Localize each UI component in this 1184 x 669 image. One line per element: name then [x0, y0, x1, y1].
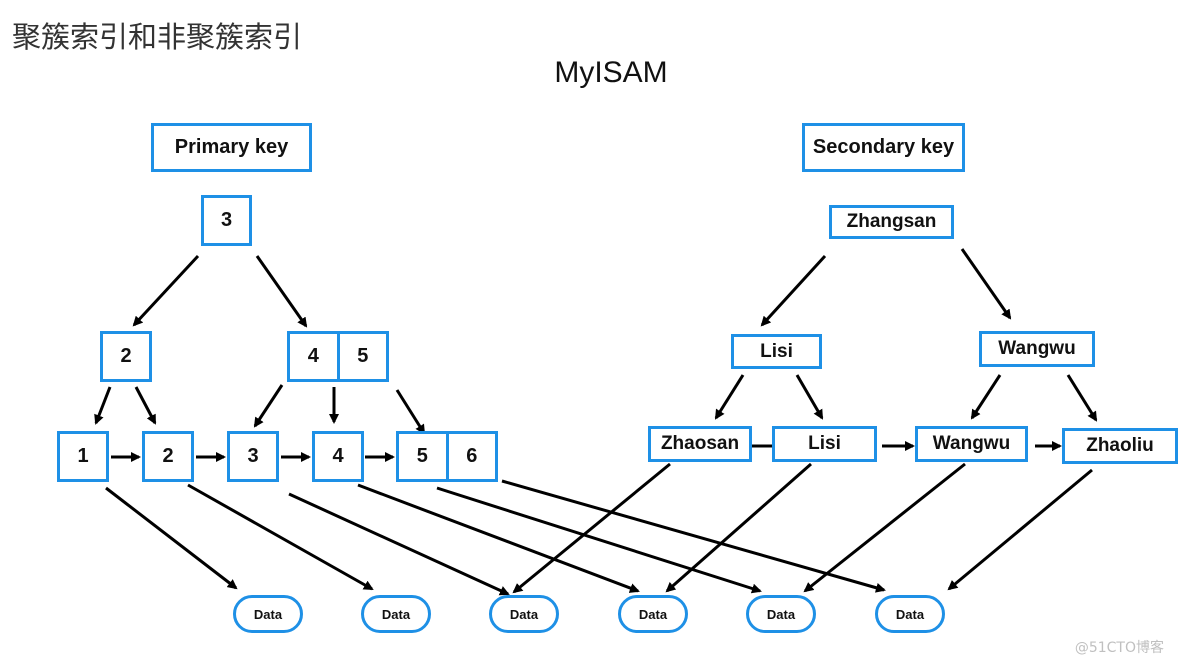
primary-leaf-node-pair[interactable]: 5 6	[396, 431, 498, 482]
arrow-2-to-leaf2	[134, 386, 157, 425]
arrow-lisi-to-zhaosan	[714, 374, 745, 420]
arrow-zhangsan-to-lisi	[760, 254, 827, 327]
secondary-leaf-node[interactable]: Lisi	[772, 426, 877, 462]
arrow-leaf3-to-data3	[288, 492, 510, 596]
data-node[interactable]: Data	[875, 595, 945, 633]
arrow-wangwu-to-zhaoliu	[1066, 374, 1098, 422]
arrow-root-to-2	[132, 254, 200, 327]
arrow-wangwu-to-wangwuleaf	[970, 374, 1002, 420]
primary-key-label: Primary key	[151, 123, 312, 172]
arrow-zhaoliu-to-data6	[947, 468, 1093, 591]
primary-leaf-node[interactable]: 2	[142, 431, 194, 482]
arrow-root-to-45	[255, 255, 308, 328]
secondary-leaf-node[interactable]: Zhaoliu	[1062, 428, 1178, 464]
primary-internal-node-right[interactable]: 4 5	[287, 331, 389, 382]
data-node[interactable]: Data	[746, 595, 816, 633]
arrow-45-to-leaf3	[253, 384, 284, 428]
arrow-45-to-leaf5	[395, 389, 426, 435]
primary-leaf-node[interactable]: 3	[227, 431, 279, 482]
primary-internal-node-left[interactable]: 2	[100, 331, 152, 382]
secondary-leaf-node[interactable]: Zhaosan	[648, 426, 752, 462]
data-node[interactable]: Data	[618, 595, 688, 633]
primary-leaf-key: 5	[416, 445, 428, 467]
primary-internal-key: 4	[307, 345, 319, 367]
primary-root-node[interactable]: 3	[201, 195, 252, 246]
primary-leaf-node[interactable]: 1	[57, 431, 109, 482]
arrow-leaf1-to-data1	[105, 486, 238, 590]
data-node[interactable]: Data	[489, 595, 559, 633]
watermark: @51CTO博客	[1074, 640, 1164, 656]
secondary-root-node[interactable]: Zhangsan	[829, 205, 954, 239]
primary-leaf-node[interactable]: 4	[312, 431, 364, 482]
secondary-internal-node-left[interactable]: Lisi	[731, 334, 822, 369]
data-node[interactable]: Data	[361, 595, 431, 633]
primary-leaf-key: 6	[445, 434, 496, 479]
arrow-zhangsan-to-wangwu	[960, 248, 1012, 320]
arrow-lisi-to-lisileaf	[795, 374, 824, 420]
secondary-internal-node-right[interactable]: Wangwu	[979, 331, 1095, 367]
data-node[interactable]: Data	[233, 595, 303, 633]
arrow-2-to-leaf1	[94, 386, 112, 425]
secondary-key-label: Secondary key	[802, 123, 965, 172]
arrow-wangwu-to-data5	[803, 462, 966, 593]
secondary-leaf-node[interactable]: Wangwu	[915, 426, 1028, 462]
arrow-lisi-to-data4	[665, 462, 812, 593]
primary-internal-key: 5	[336, 334, 387, 379]
